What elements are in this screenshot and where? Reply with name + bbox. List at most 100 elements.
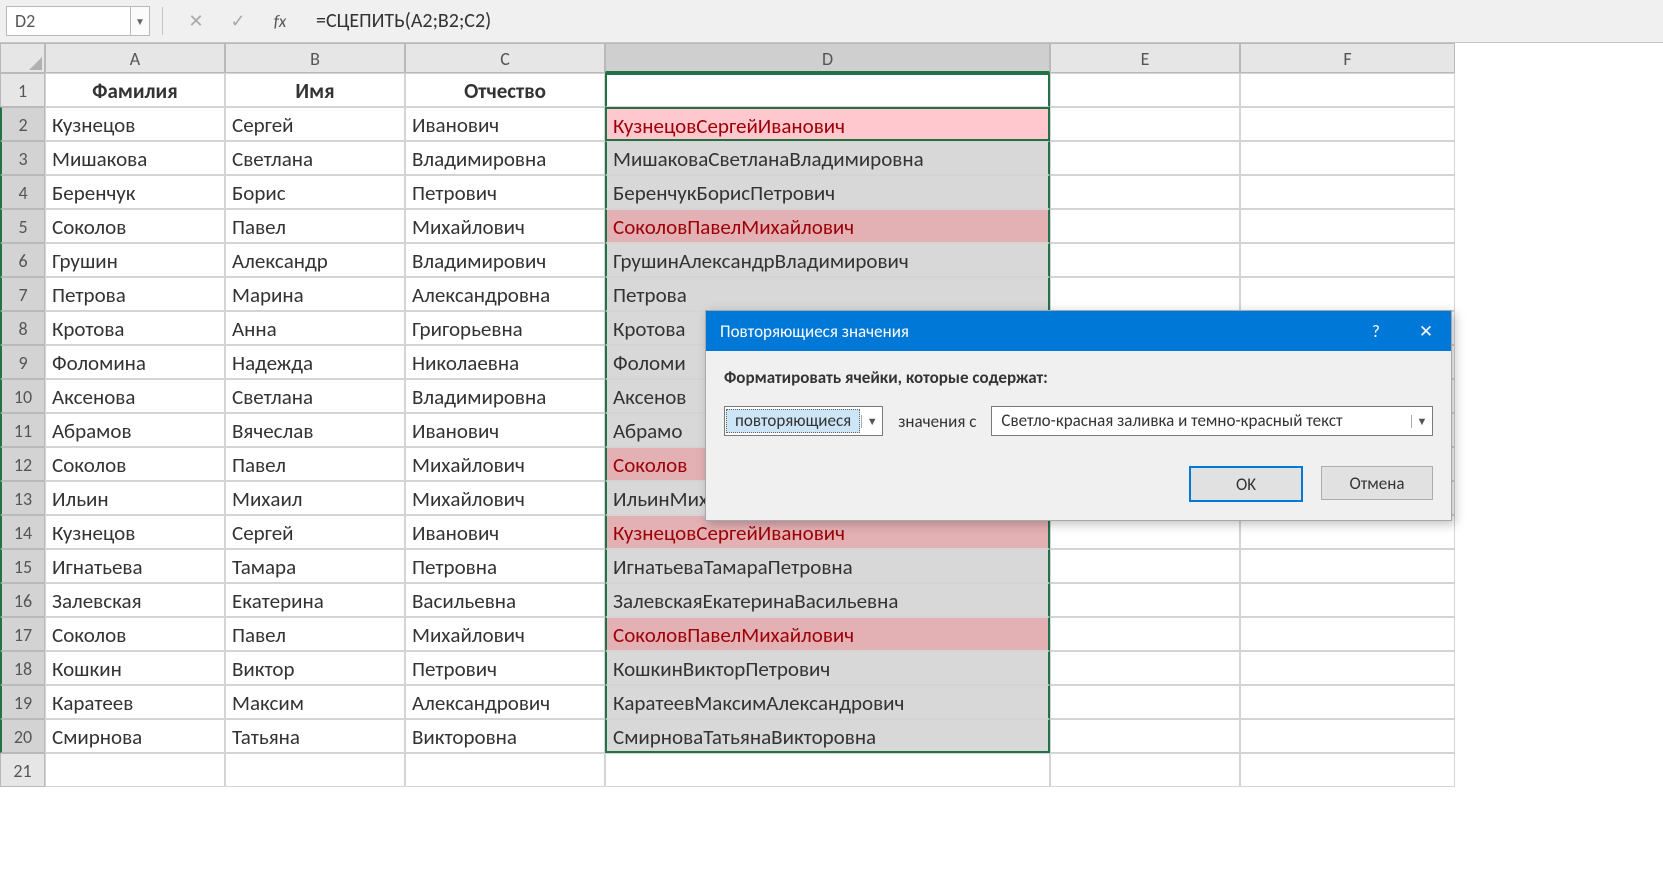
cell[interactable]: Иванович <box>405 413 605 447</box>
cell[interactable]: МишаковаСветланаВладимировна <box>605 141 1050 175</box>
cell[interactable]: Тамара <box>225 549 405 583</box>
cancel-button[interactable]: Отмена <box>1321 466 1433 500</box>
cell[interactable] <box>1050 209 1240 243</box>
cell[interactable]: Михайлович <box>405 209 605 243</box>
cell[interactable] <box>1240 685 1455 719</box>
header-cell[interactable]: Имя <box>225 73 405 107</box>
column-header-A[interactable]: A <box>45 43 225 73</box>
cell[interactable] <box>1240 583 1455 617</box>
cell[interactable]: Владимировна <box>405 379 605 413</box>
row-header-4[interactable]: 4 <box>0 175 45 209</box>
cell[interactable] <box>1240 719 1455 753</box>
cell[interactable]: Павел <box>225 447 405 481</box>
row-header-6[interactable]: 6 <box>0 243 45 277</box>
row-header-2[interactable]: 2 <box>0 107 45 141</box>
row-header-21[interactable]: 21 <box>0 753 45 787</box>
select-all-corner[interactable] <box>0 43 45 73</box>
cell[interactable]: Сергей <box>225 107 405 141</box>
column-header-F[interactable]: F <box>1240 43 1455 73</box>
row-header-7[interactable]: 7 <box>0 277 45 311</box>
cell[interactable]: Петрович <box>405 175 605 209</box>
cell[interactable] <box>1240 617 1455 651</box>
cell[interactable]: Павел <box>225 617 405 651</box>
cell[interactable] <box>1240 549 1455 583</box>
header-cell[interactable]: Отчество <box>405 73 605 107</box>
cell[interactable]: Светлана <box>225 141 405 175</box>
cell[interactable] <box>1050 753 1240 787</box>
row-header-5[interactable]: 5 <box>0 209 45 243</box>
cell[interactable]: Кузнецов <box>45 515 225 549</box>
cell[interactable]: БеренчукБорисПетрович <box>605 175 1050 209</box>
cell[interactable] <box>1240 243 1455 277</box>
cell[interactable]: Николаевна <box>405 345 605 379</box>
cell[interactable]: Марина <box>225 277 405 311</box>
name-box[interactable]: D2 <box>6 6 131 36</box>
cell[interactable]: Анна <box>225 311 405 345</box>
cell[interactable] <box>1050 719 1240 753</box>
cell[interactable] <box>1050 277 1240 311</box>
cell[interactable] <box>605 73 1050 107</box>
cell[interactable] <box>225 753 405 787</box>
cell[interactable]: ИгнатьеваТамараПетровна <box>605 549 1050 583</box>
row-header-15[interactable]: 15 <box>0 549 45 583</box>
cell[interactable]: Петрова <box>45 277 225 311</box>
cell[interactable]: Екатерина <box>225 583 405 617</box>
cell[interactable] <box>1240 651 1455 685</box>
cancel-icon[interactable]: ✕ <box>181 7 211 35</box>
cell[interactable]: СмирноваТатьянаВикторовна <box>605 719 1050 753</box>
enter-icon[interactable]: ✓ <box>223 7 253 35</box>
cell[interactable]: Максим <box>225 685 405 719</box>
cell[interactable] <box>1240 209 1455 243</box>
cell[interactable]: ГрушинАлександрВладимирович <box>605 243 1050 277</box>
row-header-13[interactable]: 13 <box>0 481 45 515</box>
cell[interactable] <box>1050 583 1240 617</box>
cell[interactable]: Виктор <box>225 651 405 685</box>
cell[interactable]: Светлана <box>225 379 405 413</box>
cell[interactable]: Надежда <box>225 345 405 379</box>
cell[interactable] <box>1050 685 1240 719</box>
cell[interactable] <box>1240 73 1455 107</box>
cell[interactable]: Владимирович <box>405 243 605 277</box>
cell[interactable]: Павел <box>225 209 405 243</box>
cell[interactable]: Игнатьева <box>45 549 225 583</box>
cell[interactable]: Михаил <box>225 481 405 515</box>
cell[interactable]: Сергей <box>225 515 405 549</box>
cell[interactable] <box>45 753 225 787</box>
cell[interactable]: Мишакова <box>45 141 225 175</box>
cell[interactable] <box>1240 277 1455 311</box>
row-header-10[interactable]: 10 <box>0 379 45 413</box>
cell[interactable]: Соколов <box>45 447 225 481</box>
cell[interactable] <box>1050 243 1240 277</box>
row-header-18[interactable]: 18 <box>0 651 45 685</box>
cell[interactable] <box>1240 141 1455 175</box>
cell[interactable]: Александр <box>225 243 405 277</box>
cell[interactable]: Татьяна <box>225 719 405 753</box>
help-icon[interactable]: ? <box>1351 321 1401 342</box>
cell[interactable]: Ильин <box>45 481 225 515</box>
row-header-14[interactable]: 14 <box>0 515 45 549</box>
cell[interactable]: Петрова <box>605 277 1050 311</box>
cell[interactable]: Иванович <box>405 515 605 549</box>
cell[interactable] <box>405 753 605 787</box>
cell[interactable]: Кротова <box>45 311 225 345</box>
cell[interactable]: Владимировна <box>405 141 605 175</box>
cell[interactable] <box>1240 753 1455 787</box>
cell[interactable] <box>1050 651 1240 685</box>
cell[interactable]: Аксенова <box>45 379 225 413</box>
dialog-title-bar[interactable]: Повторяющиеся значения ? ✕ <box>706 311 1451 351</box>
cell[interactable]: Соколов <box>45 617 225 651</box>
format-select[interactable]: Светло-красная заливка и темно-красный т… <box>991 406 1433 436</box>
cell[interactable]: Петрович <box>405 651 605 685</box>
cell[interactable]: Александрович <box>405 685 605 719</box>
cell[interactable]: Григорьевна <box>405 311 605 345</box>
row-header-17[interactable]: 17 <box>0 617 45 651</box>
cell[interactable]: Грушин <box>45 243 225 277</box>
fx-icon[interactable]: fx <box>265 7 295 35</box>
row-header-16[interactable]: 16 <box>0 583 45 617</box>
cell[interactable]: ЗалевскаяЕкатеринаВасильевна <box>605 583 1050 617</box>
cell[interactable]: Михайлович <box>405 481 605 515</box>
row-header-11[interactable]: 11 <box>0 413 45 447</box>
cell[interactable]: Иванович <box>405 107 605 141</box>
cell[interactable]: СоколовПавелМихайлович <box>605 209 1050 243</box>
cell[interactable]: КузнецовСергейИванович <box>605 107 1050 141</box>
